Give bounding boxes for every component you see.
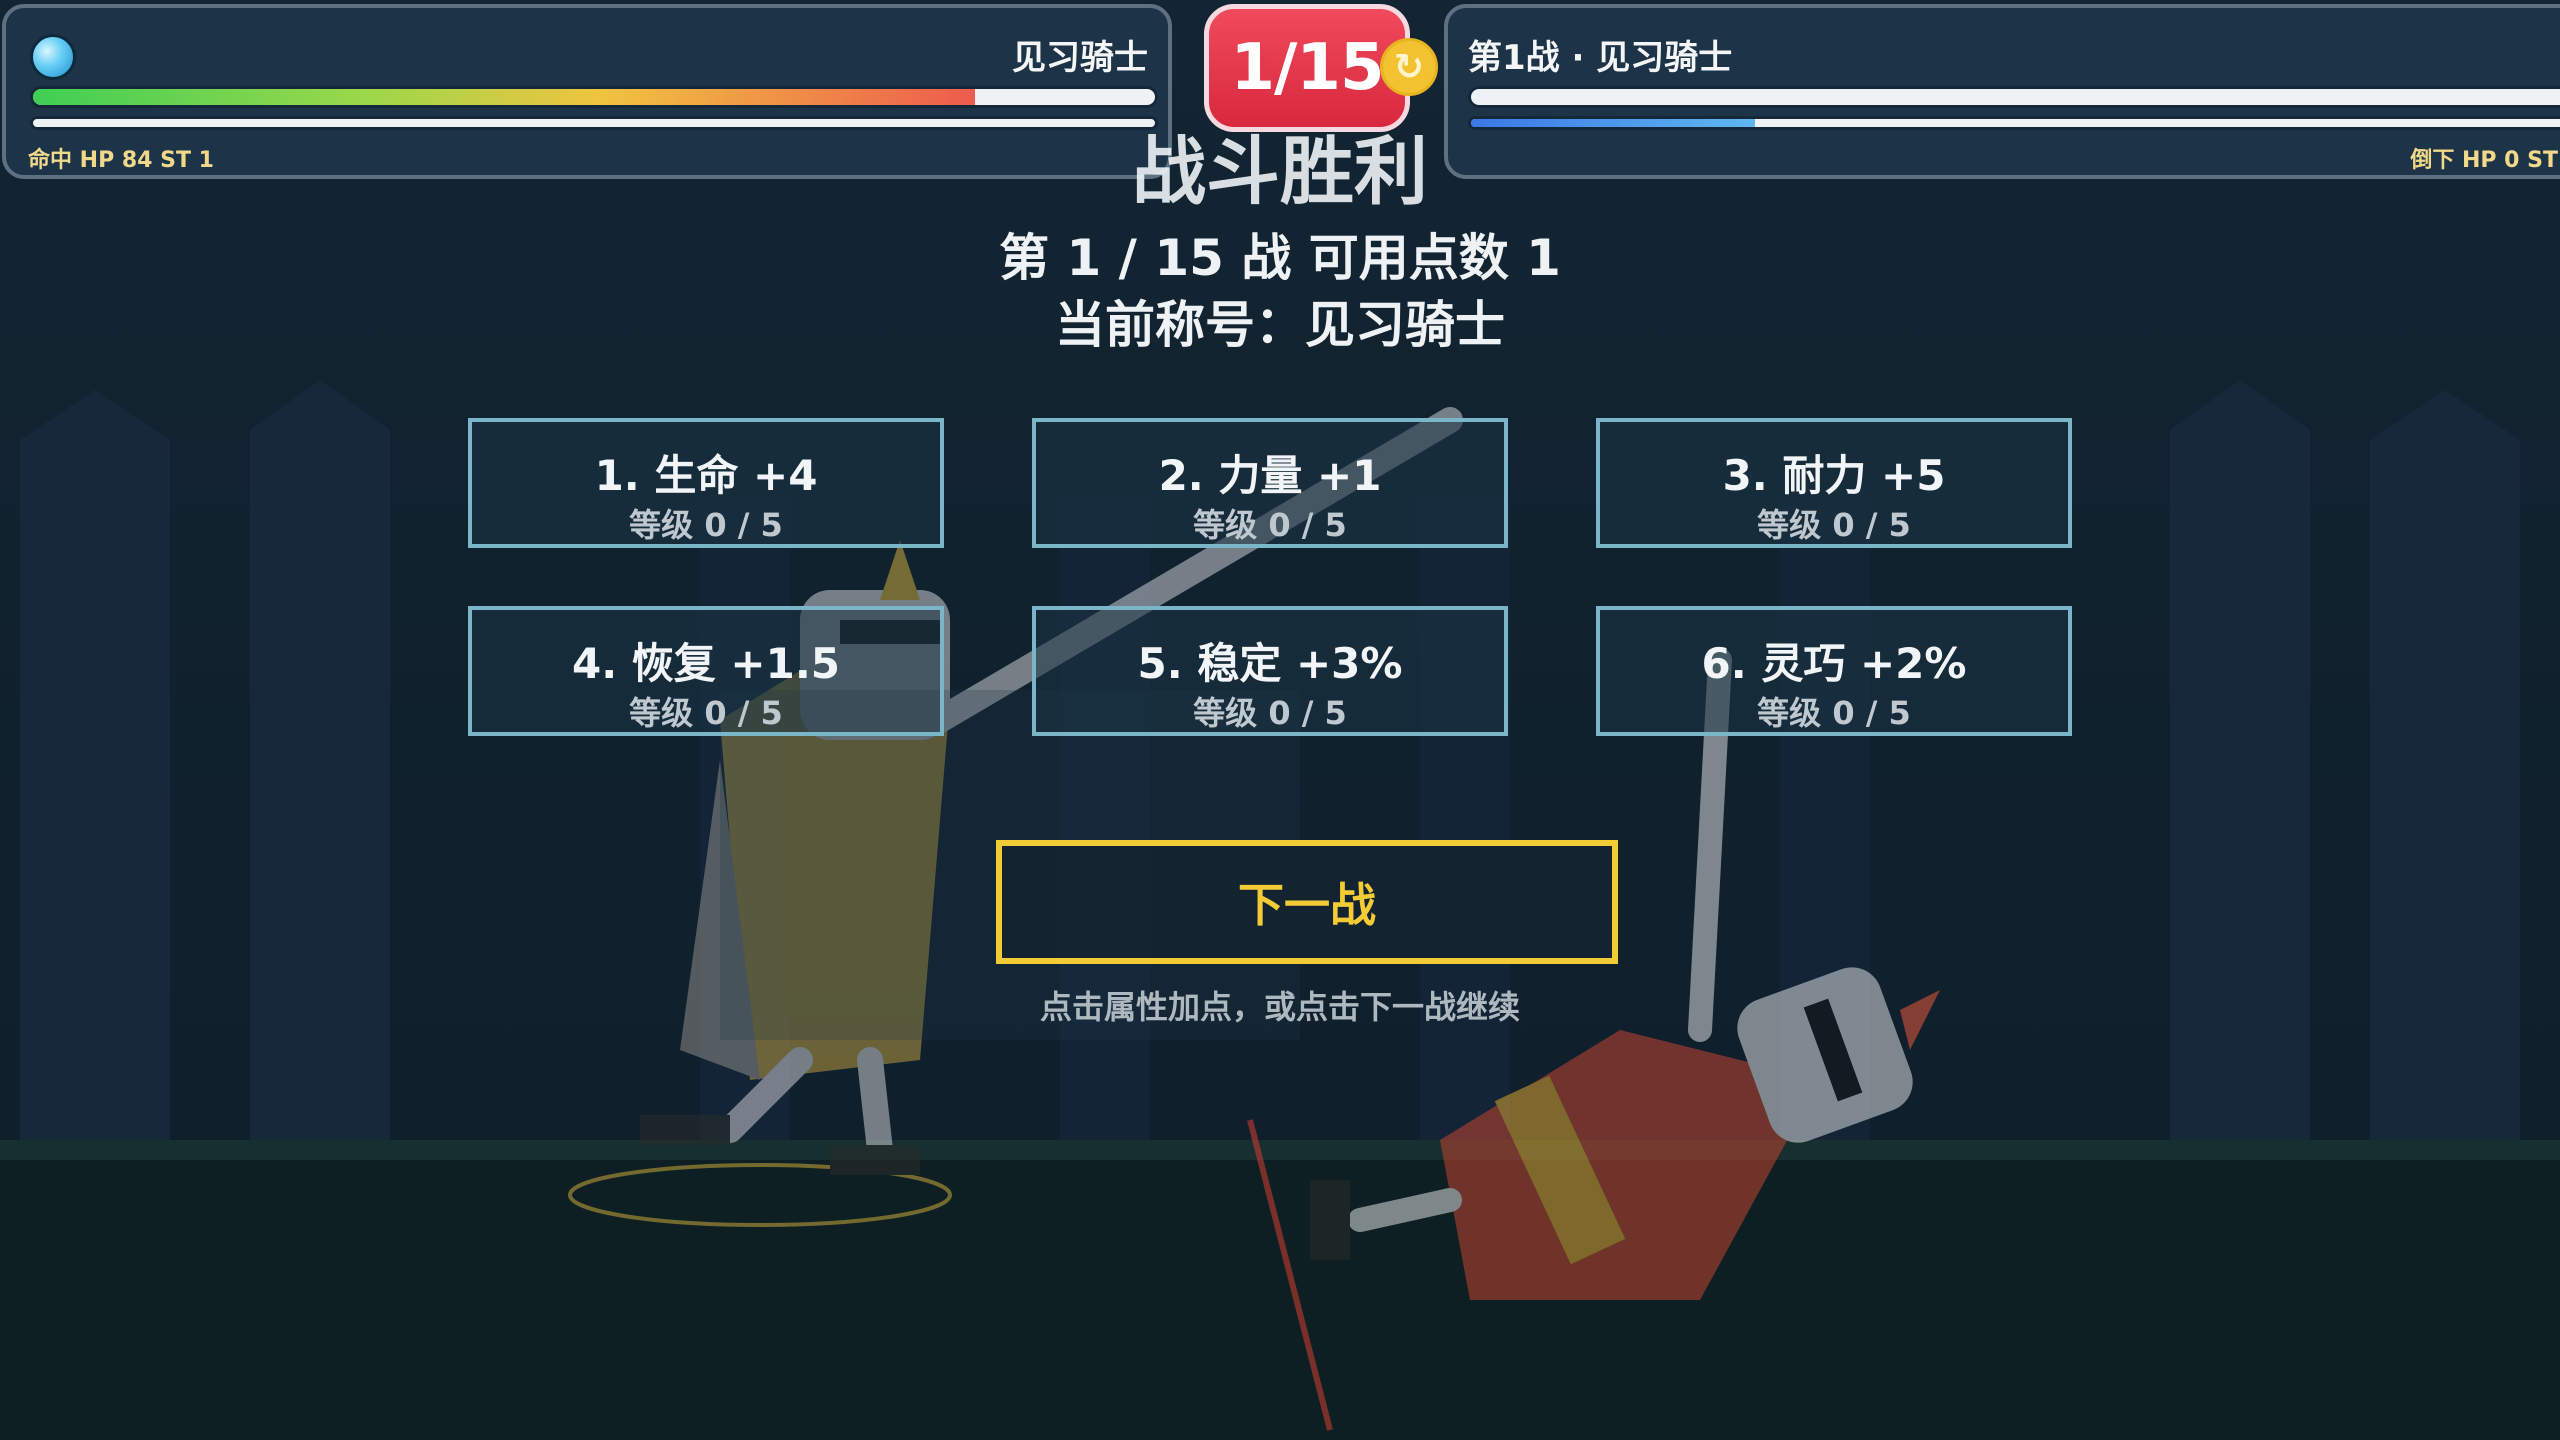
upgrade-label: 1. 生命 +4 [594, 451, 818, 500]
upgrade-label: 5. 稳定 +3% [1137, 639, 1403, 688]
player-hp-fill [33, 89, 976, 105]
upgrade-level: 等级 0 / 5 [629, 506, 783, 544]
player-hp-bar [30, 86, 1158, 108]
upgrade-level: 等级 0 / 5 [1757, 694, 1911, 732]
upgrade-label: 6. 灵巧 +2% [1701, 639, 1967, 688]
current-title-text: 当前称号：见习骑士 [1055, 296, 1505, 354]
upgrade-level: 等级 0 / 5 [1193, 694, 1347, 732]
enemy-hp-bar [1468, 86, 2560, 108]
upgrade-stamina[interactable]: 3. 耐力 +5 等级 0 / 5 [1596, 418, 2072, 548]
upgrade-strength[interactable]: 2. 力量 +1 等级 0 / 5 [1032, 418, 1508, 548]
upgrade-level: 等级 0 / 5 [1757, 506, 1911, 544]
upgrade-agility[interactable]: 6. 灵巧 +2% 等级 0 / 5 [1596, 606, 2072, 736]
upgrade-level: 等级 0 / 5 [1193, 506, 1347, 544]
enemy-name: 第1战 · 见习骑士 [1468, 38, 1733, 78]
upgrade-label: 4. 恢复 +1.5 [571, 639, 841, 688]
player-orb-icon [30, 34, 76, 80]
upgrade-stability[interactable]: 5. 稳定 +3% 等级 0 / 5 [1032, 606, 1508, 736]
refresh-icon[interactable]: ↻ [1380, 38, 1438, 96]
player-name: 见习骑士 [1012, 38, 1148, 78]
victory-title: 战斗胜利 [1132, 129, 1428, 215]
upgrade-level: 等级 0 / 5 [629, 694, 783, 732]
upgrade-life[interactable]: 1. 生命 +4 等级 0 / 5 [468, 418, 944, 548]
upgrade-label: 2. 力量 +1 [1158, 451, 1382, 500]
hint-text: 点击属性加点，或点击下一战继续 [1039, 988, 1520, 1026]
upgrade-recovery[interactable]: 4. 恢复 +1.5 等级 0 / 5 [468, 606, 944, 736]
upgrade-label: 3. 耐力 +5 [1722, 451, 1946, 500]
next-battle-button[interactable]: 下一战 [996, 840, 1618, 964]
battle-progress-text: 第 1 / 15 战 可用点数 1 [999, 229, 1561, 287]
